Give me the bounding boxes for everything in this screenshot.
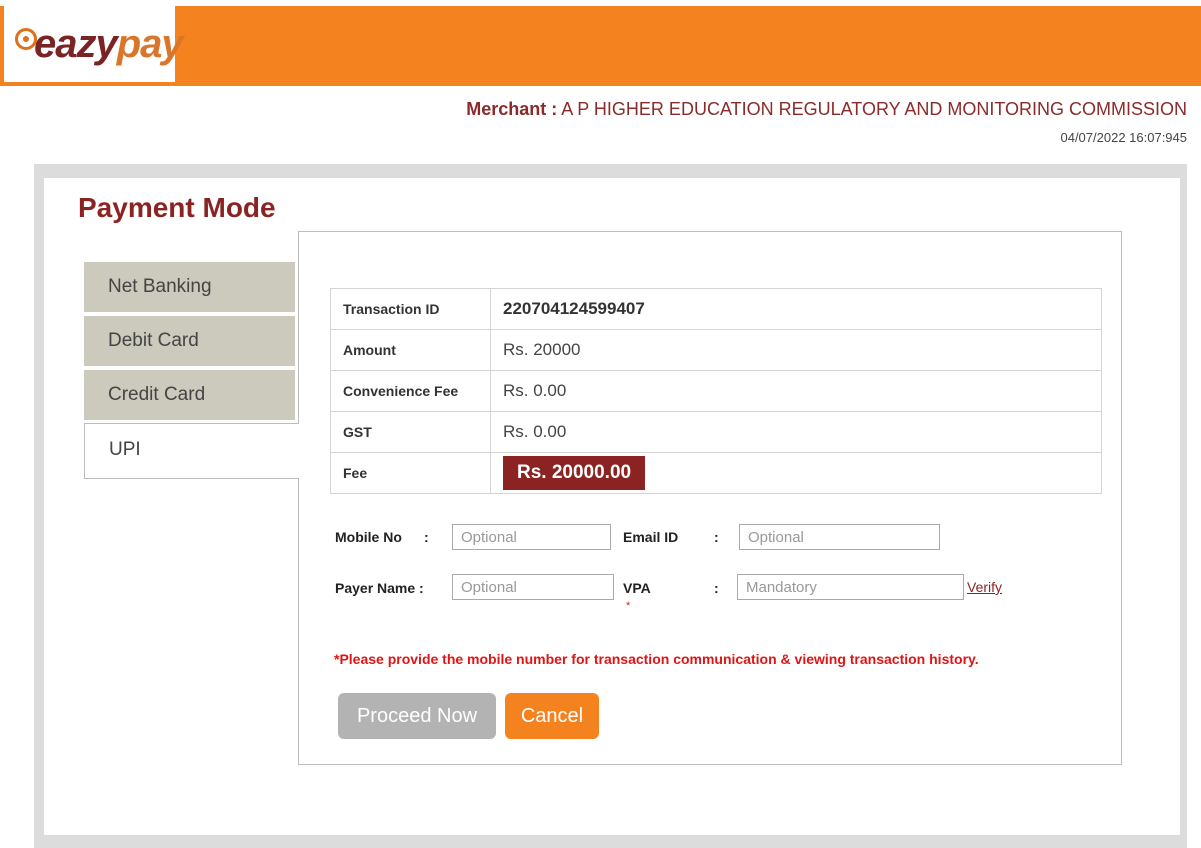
convenience-fee-label: Convenience Fee [330,370,491,412]
table-row: Fee Rs. 20000.00 [330,452,1102,494]
payer-name-input[interactable] [452,574,614,600]
transaction-datetime: 04/07/2022 16:07:945 [1060,130,1187,145]
email-colon: : [714,529,719,545]
tab-credit-card[interactable]: Credit Card [84,370,295,422]
table-row: Transaction ID 220704124599407 [330,288,1102,330]
merchant-info: Merchant : A P HIGHER EDUCATION REGULATO… [466,99,1187,120]
payer-name-label: Payer Name : [335,580,424,596]
convenience-fee-value: Rs. 0.00 [490,370,1102,412]
page-title: Payment Mode [78,192,276,223]
verify-link[interactable]: Verify [967,579,1002,595]
tab-net-banking[interactable]: Net Banking [84,262,295,314]
table-row: Amount Rs. 20000 [330,329,1102,371]
vpa-required-mark: * [626,600,631,612]
mobile-label: Mobile No [335,529,402,545]
proceed-now-button[interactable]: Proceed Now [338,693,496,739]
amount-label: Amount [330,329,491,371]
tab-debit-card[interactable]: Debit Card [84,316,295,368]
gst-value: Rs. 0.00 [490,411,1102,453]
vpa-input[interactable] [737,574,964,600]
email-input[interactable] [739,524,940,550]
eazypay-logo: eazypay [4,6,184,82]
mobile-note: *Please provide the mobile number for tr… [334,651,979,667]
table-row: Convenience Fee Rs. 0.00 [330,370,1102,412]
transaction-details-table: Transaction ID 220704124599407 Amount Rs… [330,288,1102,494]
logo-text: eazypay [34,22,184,66]
mobile-colon: : [424,529,429,545]
transaction-id-value: 220704124599407 [490,288,1102,330]
mobile-input[interactable] [452,524,611,550]
table-row: GST Rs. 0.00 [330,411,1102,453]
merchant-label: Merchant : [466,99,558,119]
email-label: Email ID [623,529,679,545]
vpa-label: VPA [623,580,651,596]
transaction-id-label: Transaction ID [330,288,491,330]
vpa-colon: : [714,580,719,596]
merchant-name: A P HIGHER EDUCATION REGULATORY AND MONI… [561,99,1187,119]
fee-label: Fee [330,452,491,494]
tab-connector [298,424,301,478]
fee-total-badge: Rs. 20000.00 [503,456,646,490]
gst-label: GST [330,411,491,453]
tab-upi[interactable]: UPI [84,423,299,479]
cancel-button[interactable]: Cancel [505,693,599,739]
amount-value: Rs. 20000 [490,329,1102,371]
